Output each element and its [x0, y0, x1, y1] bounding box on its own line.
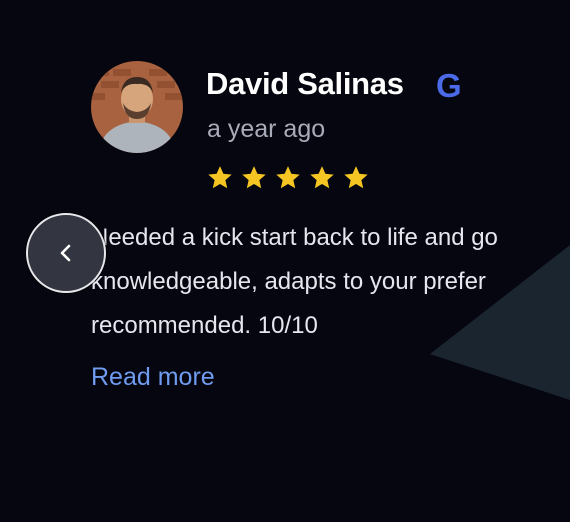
avatar [91, 61, 183, 153]
star-icon [276, 166, 300, 189]
review-text: Needed a kick start back to life and go … [91, 216, 570, 348]
star-icon [208, 166, 232, 189]
review-card: David Salinas G a year ago Needed a kick… [0, 0, 570, 522]
star-rating [206, 164, 370, 194]
review-text-line: Needed a kick start back to life and go [91, 224, 498, 251]
review-time: a year ago [207, 115, 326, 143]
author-name: David Salinas [206, 66, 404, 101]
google-g-icon: G [436, 67, 462, 104]
review-text-line: recommended. 10/10 [91, 312, 318, 339]
carousel-prev-button[interactable] [26, 213, 106, 293]
star-icon [242, 166, 266, 189]
star-icon [310, 166, 334, 189]
chevron-left-icon [60, 244, 71, 262]
read-more-link[interactable]: Read more [91, 363, 215, 392]
review-text-line: knowledgeable, adapts to your prefer [91, 268, 486, 295]
star-icon [344, 166, 368, 189]
